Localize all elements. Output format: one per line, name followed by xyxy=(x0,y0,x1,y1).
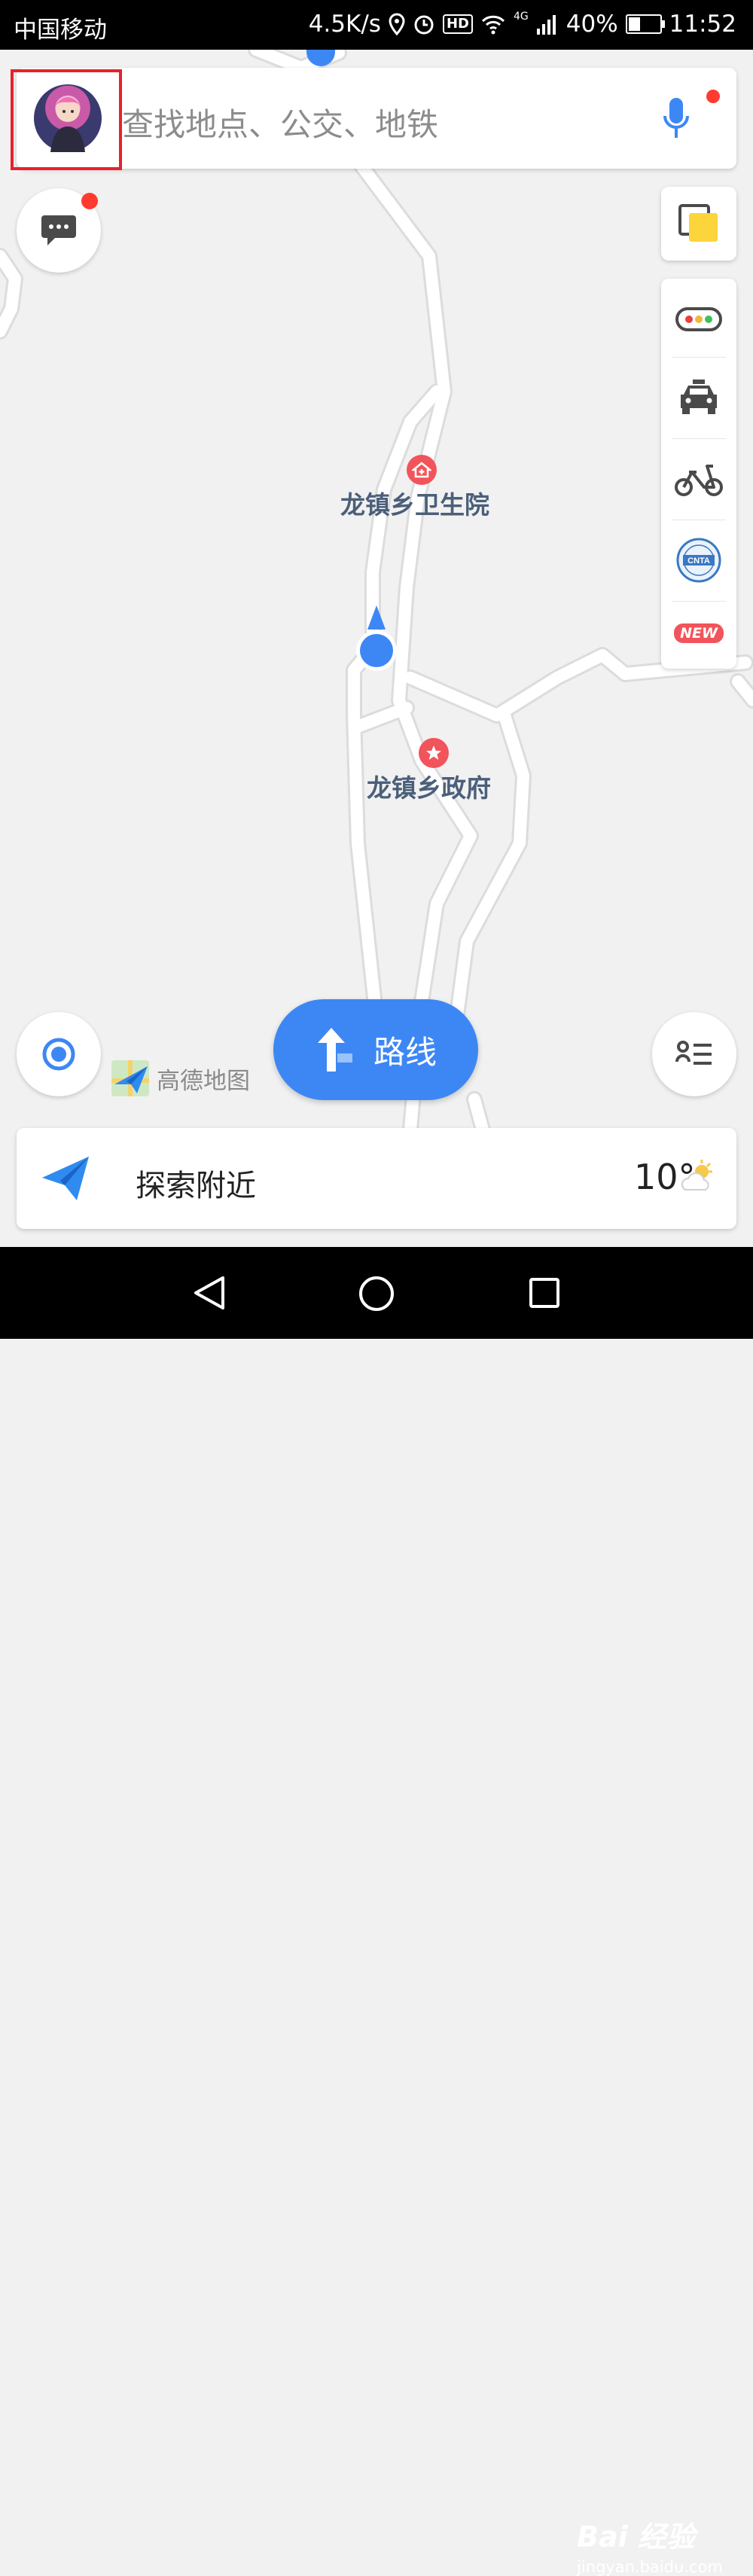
watermark-main: Bai 经验 xyxy=(577,2520,695,2553)
battery-percent: 40% xyxy=(566,11,618,38)
network-type: 4G xyxy=(513,11,529,23)
search-placeholder[interactable]: 查找地点、公交、地铁 xyxy=(122,99,438,145)
location-icon xyxy=(389,13,405,35)
status-icons: 4.5K/s HD 4G 40% 11:52 xyxy=(309,11,736,38)
chat-bubble-icon xyxy=(41,215,76,245)
traffic-toggle[interactable] xyxy=(661,279,736,360)
explore-nearby-label: 探索附近 xyxy=(136,1169,256,1203)
wifi-icon xyxy=(481,15,505,35)
brand-logo-text: 高德地图 xyxy=(157,1068,250,1095)
microphone-icon[interactable] xyxy=(663,96,690,140)
signal-icon xyxy=(536,15,556,35)
locate-button[interactable] xyxy=(17,1012,101,1096)
alarm-icon xyxy=(414,15,434,35)
tourism-button[interactable]: CNTA xyxy=(661,520,736,601)
baidu-jingyan-watermark: Bai 经验 jingyan.baidu.com xyxy=(577,2514,723,2576)
system-nav-bar: Bai 经验 jingyan.baidu.com xyxy=(0,1247,753,2576)
amap-logo-icon xyxy=(111,1060,149,1096)
cnta-tourism-icon: CNTA xyxy=(676,538,721,583)
bicycle-icon xyxy=(675,465,723,496)
route-label: 路线 xyxy=(373,1033,437,1071)
taxi-icon xyxy=(681,380,717,414)
recents-square-icon[interactable] xyxy=(529,1277,560,1309)
explore-nearby-card[interactable]: 探索附近 10° xyxy=(17,1128,736,1229)
mic-notification-dot xyxy=(706,90,720,103)
poi-label-hospital[interactable]: 龙镇乡卫生院 xyxy=(340,485,489,521)
search-bar[interactable]: 查找地点、公交、地铁 xyxy=(17,68,736,169)
locate-icon xyxy=(42,1038,75,1071)
watermark-sub: jingyan.baidu.com xyxy=(577,2558,723,2576)
taxi-button[interactable] xyxy=(661,357,736,438)
battery-icon xyxy=(625,14,665,34)
clock: 11:52 xyxy=(669,11,736,38)
current-location-marker xyxy=(356,605,397,671)
messages-notification-dot xyxy=(81,193,98,209)
new-badge-icon: NEW xyxy=(674,623,724,643)
paper-plane-icon xyxy=(42,1157,89,1200)
list-icon xyxy=(675,1041,712,1065)
traffic-light-icon xyxy=(675,307,722,331)
back-triangle-icon[interactable] xyxy=(193,1276,226,1310)
partly-cloudy-sun-icon xyxy=(681,1160,712,1190)
status-bar: 中国移动 4.5K/s HD 4G 40% 11:52 xyxy=(0,0,753,50)
layers-icon xyxy=(678,204,718,242)
avatar-highlight-box xyxy=(11,69,122,170)
map-layers-button[interactable] xyxy=(661,187,736,261)
government-star-icon[interactable] xyxy=(419,738,449,768)
carrier-name: 中国移动 xyxy=(14,17,107,44)
hospital-icon[interactable] xyxy=(407,455,437,485)
home-circle-icon[interactable] xyxy=(358,1276,395,1312)
poi-label-government[interactable]: 龙镇乡政府 xyxy=(367,768,491,804)
list-button[interactable] xyxy=(652,1012,736,1096)
bike-button[interactable] xyxy=(661,438,736,520)
side-tools-panel: CNTA NEW xyxy=(661,279,736,669)
new-feature-button[interactable]: NEW xyxy=(661,598,736,669)
network-speed: 4.5K/s xyxy=(308,11,381,38)
cnta-label: CNTA xyxy=(687,556,710,566)
route-arrow-icon xyxy=(317,1028,352,1072)
hd-badge: HD xyxy=(442,14,473,34)
route-button[interactable]: 路线 xyxy=(273,999,478,1100)
